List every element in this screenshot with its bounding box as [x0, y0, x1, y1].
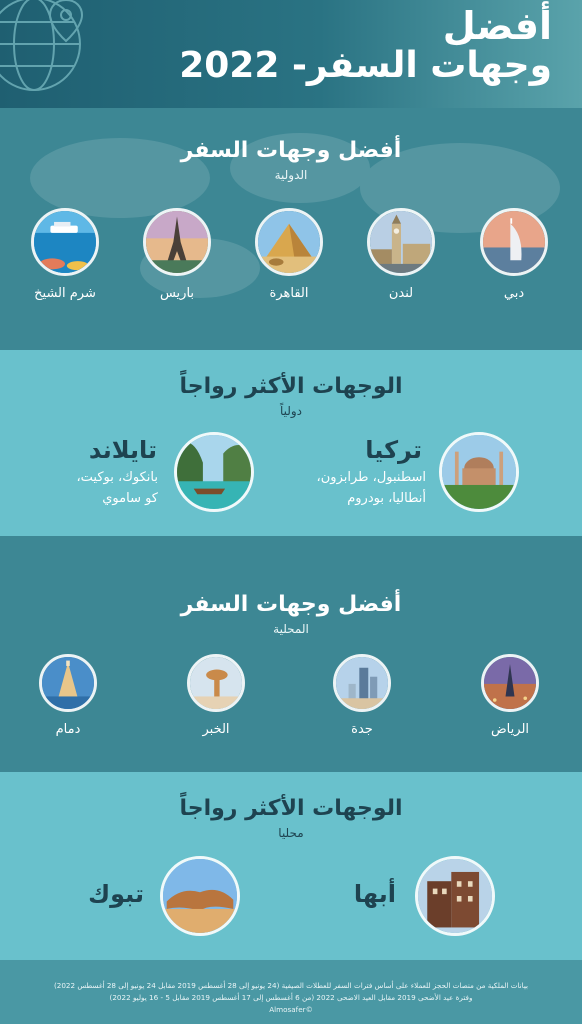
destination-khobar: الخبر	[176, 654, 256, 737]
section-title: أفضل وجهات السفر	[180, 592, 402, 617]
destination-label: شرم الشيخ	[34, 286, 96, 301]
hagia-sophia-photo-icon	[439, 432, 519, 512]
destination-riyadh: الرياض	[470, 654, 550, 737]
destination-label: الرياض	[490, 722, 530, 737]
section-subtitle: الدولية	[274, 168, 308, 182]
destination-label: جدة	[351, 722, 373, 737]
destination-label: باريس	[159, 286, 195, 301]
footer-notes: بيانات الملكية من منصات الحجز للعملاء عل…	[0, 960, 582, 1024]
destination-label: دبي	[503, 286, 525, 301]
destination-label: الخبر	[202, 722, 230, 737]
globe-pin-icon	[0, 0, 84, 91]
big-ben-photo-icon	[367, 208, 435, 276]
abha-village-photo-icon	[415, 856, 495, 936]
section-title: أفضل وجهات السفر	[180, 138, 402, 163]
section-title: الوجهات الأكثر رواجاً	[179, 374, 403, 399]
popular-destination-name: أبها	[353, 880, 396, 908]
destination-paris: باريس	[134, 208, 220, 301]
section-top-local: أفضل وجهات السفر المحلية الرياض جدة الخب…	[0, 536, 582, 772]
page-title: أفضل وجهات السفر- 2022	[179, 4, 552, 87]
jeddah-skyline-photo-icon	[333, 654, 391, 712]
destination-dammam: دمام	[28, 654, 108, 737]
footer-note-line: بيانات الملكية من منصات الحجز للعملاء عل…	[53, 981, 529, 990]
section-subtitle: محليا	[278, 826, 304, 840]
destination-dubai: دبي	[471, 208, 557, 301]
destination-label: لندن	[388, 286, 414, 301]
cities-line: كو ساموي	[102, 490, 158, 506]
page-title-line1: أفضل	[442, 4, 552, 48]
popular-destination-name: تبوك	[88, 880, 144, 908]
section-subtitle: المحلية	[273, 622, 309, 636]
khobar-water-tower-photo-icon	[187, 654, 245, 712]
popular-destination-cities: بانكوك، بوكيت، كو ساموي	[76, 468, 158, 510]
copyright-text: ©Almosafer	[269, 1005, 313, 1014]
section-popular-local: الوجهات الأكثر رواجاً محليا أبها تبوك	[0, 772, 582, 960]
destination-label: دمام	[55, 722, 81, 737]
destination-london: لندن	[358, 208, 444, 301]
tabuk-rocks-photo-icon	[160, 856, 240, 936]
destination-cairo: القاهرة	[246, 208, 332, 301]
kingdom-tower-photo-icon	[481, 654, 539, 712]
destination-jeddah: جدة	[322, 654, 402, 737]
cities-line: اسطنبول، طرابزون،	[316, 470, 426, 485]
thai-beach-photo-icon	[174, 432, 254, 512]
destination-label: القاهرة	[269, 286, 309, 301]
eiffel-tower-photo-icon	[143, 208, 211, 276]
popular-destination-name: تركيا	[365, 436, 422, 464]
popular-destination-cities: اسطنبول، طرابزون، أنطاليا، بودروم	[317, 468, 426, 510]
pyramids-photo-icon	[255, 208, 323, 276]
red-sea-photo-icon	[31, 208, 99, 276]
burj-al-arab-photo-icon	[480, 208, 548, 276]
cities-line: أنطاليا، بودروم	[347, 490, 426, 506]
section-subtitle: دولياً	[279, 404, 303, 418]
dammam-landmark-photo-icon	[39, 654, 97, 712]
header-banner: أفضل وجهات السفر- 2022	[0, 0, 582, 108]
section-top-international: أفضل وجهات السفر الدولية دبي لندن القاهر…	[0, 108, 582, 350]
footer-note-line: وفترة عيد الأضحى 2019 مقابل العيد الاضحى…	[109, 993, 473, 1002]
cities-line: بانكوك، بوكيت،	[76, 470, 158, 485]
section-title: الوجهات الأكثر رواجاً	[179, 796, 403, 821]
popular-destination-name: تايلاند	[88, 436, 157, 464]
section-popular-international: الوجهات الأكثر رواجاً دولياً تركيا اسطنب…	[0, 350, 582, 536]
destination-sharm-el-sheikh: شرم الشيخ	[22, 208, 108, 301]
page-title-line2: وجهات السفر- 2022	[179, 45, 552, 87]
